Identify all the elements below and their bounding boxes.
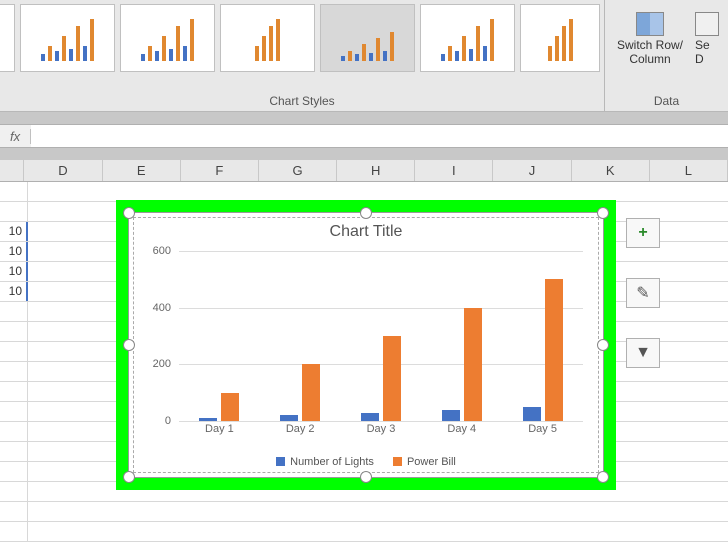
cell[interactable]: 10 [0,282,28,301]
legend-item: Number of Lights [276,456,374,468]
chart-style-thumbnail[interactable] [0,4,15,72]
bar[interactable] [442,410,460,421]
column-headers: D E F G H I J K L [0,160,728,182]
chart-styles-button[interactable]: ✎ [626,278,660,308]
column-header[interactable]: F [181,160,259,181]
chart-style-thumbnail[interactable] [420,4,515,72]
bar[interactable] [523,407,541,421]
bar-group [502,251,583,421]
plot-area [179,251,583,421]
formula-input[interactable] [31,125,728,147]
cell[interactable]: 10 [0,222,28,241]
ribbon: Chart Styles Switch Row/ Column Se D Dat… [0,0,728,112]
column-header[interactable]: K [572,160,650,181]
select-data-icon [695,12,719,36]
switch-row-column-button[interactable]: Switch Row/ Column [611,12,689,67]
select-data-label: Se D [695,38,725,67]
x-tick-label: Day 3 [341,423,422,441]
resize-handle[interactable] [597,339,609,351]
resize-handle[interactable] [360,207,372,219]
resize-handle[interactable] [597,207,609,219]
column-header[interactable]: E [103,160,181,181]
x-tick-label: Day 4 [421,423,502,441]
legend-swatch [276,457,285,466]
filter-icon: ▼ [635,344,651,362]
select-data-button[interactable]: Se D [695,12,725,67]
x-tick-label: Day 5 [502,423,583,441]
switch-row-column-icon [636,12,664,36]
legend-swatch [393,457,402,466]
chart-style-thumbnail[interactable] [120,4,215,72]
bar-group [179,251,260,421]
chart-style-thumbnail[interactable] [520,4,600,72]
column-header[interactable]: H [337,160,415,181]
chart-elements-button[interactable]: + [626,218,660,248]
resize-handle[interactable] [597,471,609,483]
resize-handle[interactable] [360,471,372,483]
column-header[interactable]: L [650,160,728,181]
x-tick-label: Day 2 [260,423,341,441]
bar[interactable] [302,364,320,421]
switch-row-column-label: Switch Row/ Column [611,38,689,67]
fx-icon[interactable]: fx [0,129,31,144]
bar[interactable] [361,413,379,422]
y-tick-label: 400 [153,302,171,314]
column-header[interactable]: G [259,160,337,181]
bar-group [341,251,422,421]
legend-label: Power Bill [407,456,456,468]
column-header[interactable]: J [493,160,571,181]
bar[interactable] [280,415,298,421]
bar-group [421,251,502,421]
bar[interactable] [545,279,563,421]
data-group: Switch Row/ Column Se D Data [604,0,728,112]
chart-styles-group: Chart Styles [0,0,604,112]
bar[interactable] [464,308,482,421]
chart-filters-button[interactable]: ▼ [626,338,660,368]
column-header[interactable] [0,160,24,181]
bar[interactable] [221,393,239,421]
y-tick-label: 200 [153,358,171,370]
y-tick-label: 600 [153,245,171,257]
legend: Number of Lights Power Bill [129,456,603,470]
ribbon-group-label: Data [605,94,728,108]
bar[interactable] [199,418,217,421]
chart-style-thumbnail[interactable] [220,4,315,72]
y-axis: 0200400600 [139,251,175,421]
chart-object[interactable]: Chart Title 0200400600 Day 1Day 2Day 3Da… [128,212,604,478]
resize-handle[interactable] [123,471,135,483]
x-axis: Day 1Day 2Day 3Day 4Day 5 [179,423,583,441]
cell[interactable]: 10 [0,262,28,281]
chart-style-thumbnail[interactable] [20,4,115,72]
brush-icon: ✎ [636,283,649,303]
x-tick-label: Day 1 [179,423,260,441]
y-tick-label: 0 [165,415,171,427]
highlight-overlay: Chart Title 0200400600 Day 1Day 2Day 3Da… [116,200,616,490]
column-header[interactable]: D [24,160,102,181]
chart-style-thumbnail[interactable] [320,4,415,72]
bar-group [260,251,341,421]
resize-handle[interactable] [123,339,135,351]
bar[interactable] [383,336,401,421]
plus-icon: + [638,224,647,242]
legend-item: Power Bill [393,456,456,468]
legend-label: Number of Lights [290,456,374,468]
ribbon-group-label: Chart Styles [0,94,604,108]
column-header[interactable]: I [415,160,493,181]
formula-bar: fx [0,124,728,148]
resize-handle[interactable] [123,207,135,219]
cell[interactable]: 10 [0,242,28,261]
